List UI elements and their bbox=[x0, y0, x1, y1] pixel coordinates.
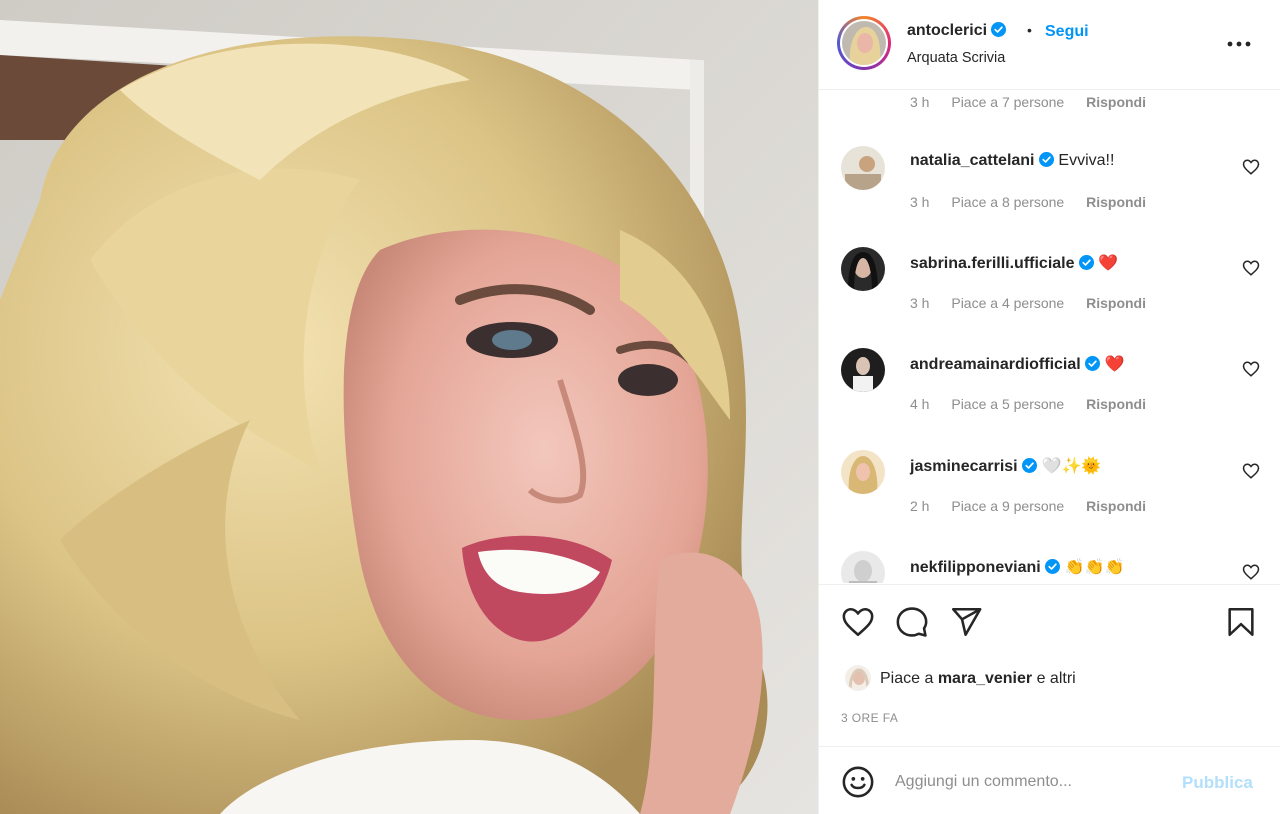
share-icon[interactable] bbox=[949, 605, 983, 639]
likes-text: Piace a mara_venier e altri bbox=[880, 670, 1076, 687]
comment-like-heart-icon[interactable] bbox=[1242, 158, 1260, 176]
heart-icon[interactable] bbox=[841, 605, 875, 639]
verified-badge-icon bbox=[1085, 356, 1101, 371]
publish-button[interactable]: Pubblica bbox=[1182, 773, 1253, 793]
comment-text: nekfilipponeviani 👏👏👏 bbox=[910, 557, 1124, 577]
post-photo[interactable] bbox=[0, 0, 818, 814]
comment-meta: 3 h Piace a 7 persone Rispondi bbox=[910, 94, 1164, 110]
reply-button[interactable]: Rispondi bbox=[1086, 295, 1146, 311]
comment-likes[interactable]: Piace a 5 persone bbox=[951, 396, 1064, 412]
comment-body: Evviva!! bbox=[1058, 152, 1115, 169]
comment-meta: 2 h Piace a 9 persone Rispondi bbox=[910, 498, 1164, 514]
post-timestamp[interactable]: 3 ORE FA bbox=[841, 711, 898, 725]
more-options-icon[interactable] bbox=[1224, 32, 1254, 56]
comment-emoji: 👏👏👏 bbox=[1064, 559, 1125, 576]
verified-badge-icon bbox=[991, 22, 1007, 37]
comment-time: 3 h bbox=[910, 194, 930, 210]
comment-like-heart-icon[interactable] bbox=[1242, 360, 1260, 378]
comment-icon[interactable] bbox=[895, 605, 929, 639]
separator-dot: • bbox=[1027, 22, 1032, 38]
comment-input[interactable] bbox=[895, 769, 1175, 795]
post-location[interactable]: Arquata Scrivia bbox=[907, 50, 1005, 66]
comment-item: jasminecarrisi 🤍✨🌞 2 h Piace a 9 persone… bbox=[819, 450, 1280, 550]
post-side-panel: antoclerici • Segui Arquata Scrivia 3 h … bbox=[818, 0, 1280, 814]
emoji-icon[interactable] bbox=[841, 765, 875, 799]
commenter-avatar[interactable] bbox=[841, 247, 885, 291]
comment-item: andreamainardiofficial ❤️ 4 h Piace a 5 … bbox=[819, 348, 1280, 448]
comment-time: 2 h bbox=[910, 498, 930, 514]
comment-text: natalia_cattelani Evviva!! bbox=[910, 152, 1114, 170]
reply-button[interactable]: Rispondi bbox=[1086, 498, 1146, 514]
verified-badge-icon bbox=[1038, 152, 1054, 167]
profile-avatar[interactable] bbox=[837, 16, 891, 70]
comment-username[interactable]: nekfilipponeviani bbox=[910, 559, 1041, 576]
commenter-avatar[interactable] bbox=[841, 551, 885, 583]
reply-button[interactable]: Rispondi bbox=[1086, 94, 1146, 110]
verified-badge-icon bbox=[1022, 458, 1038, 473]
comment-item: natalia_cattelani Evviva!! 3 h Piace a 8… bbox=[819, 146, 1280, 246]
commenter-avatar[interactable] bbox=[841, 450, 885, 494]
comment-username[interactable]: andreamainardiofficial bbox=[910, 356, 1081, 373]
post-username[interactable]: antoclerici bbox=[907, 22, 1007, 40]
post-actions: Piace a mara_venier e altri 3 ORE FA bbox=[819, 584, 1280, 746]
comment-likes[interactable]: Piace a 8 persone bbox=[951, 194, 1064, 210]
comment-time: 4 h bbox=[910, 396, 930, 412]
comment-like-heart-icon[interactable] bbox=[1242, 462, 1260, 480]
follow-button[interactable]: Segui bbox=[1045, 23, 1089, 41]
commenter-avatar[interactable] bbox=[841, 348, 885, 392]
comment-meta: 4 h Piace a 5 persone Rispondi bbox=[910, 396, 1164, 412]
comment-item: nekfilipponeviani 👏👏👏 bbox=[819, 551, 1280, 583]
comment-time: 3 h bbox=[910, 94, 930, 110]
comment-emoji: ❤️ bbox=[1098, 255, 1119, 272]
comment-text: andreamainardiofficial ❤️ bbox=[910, 354, 1125, 374]
comment-text: jasminecarrisi 🤍✨🌞 bbox=[910, 456, 1101, 476]
comment-username[interactable]: sabrina.ferilli.ufficiale bbox=[910, 255, 1075, 272]
liker-avatar[interactable] bbox=[845, 665, 871, 691]
reply-button[interactable]: Rispondi bbox=[1086, 396, 1146, 412]
comment-item: sabrina.ferilli.ufficiale ❤️ 3 h Piace a… bbox=[819, 247, 1280, 347]
comment-emoji: 🤍✨🌞 bbox=[1041, 458, 1102, 475]
liker-username[interactable]: mara_venier bbox=[938, 670, 1032, 687]
comment-username[interactable]: natalia_cattelani bbox=[910, 152, 1035, 169]
commenter-avatar[interactable] bbox=[841, 146, 885, 190]
comment-time: 3 h bbox=[910, 295, 930, 311]
add-comment-bar: Pubblica bbox=[819, 746, 1280, 814]
comments-list[interactable]: 3 h Piace a 7 persone Rispondi natalia_c… bbox=[819, 91, 1280, 583]
comment-likes[interactable]: Piace a 7 persone bbox=[951, 94, 1064, 110]
bookmark-icon[interactable] bbox=[1224, 605, 1258, 639]
comment-meta: 3 h Piace a 4 persone Rispondi bbox=[910, 295, 1164, 311]
verified-badge-icon bbox=[1045, 559, 1061, 574]
comment-username[interactable]: jasminecarrisi bbox=[910, 458, 1018, 475]
comment-meta: 3 h Piace a 8 persone Rispondi bbox=[910, 194, 1164, 210]
comment-emoji: ❤️ bbox=[1104, 356, 1125, 373]
comment-like-heart-icon[interactable] bbox=[1242, 563, 1260, 581]
reply-button[interactable]: Rispondi bbox=[1086, 194, 1146, 210]
post-header: antoclerici • Segui Arquata Scrivia bbox=[819, 0, 1280, 90]
verified-badge-icon bbox=[1078, 255, 1094, 270]
comment-like-heart-icon[interactable] bbox=[1242, 259, 1260, 277]
comment-text: sabrina.ferilli.ufficiale ❤️ bbox=[910, 253, 1118, 273]
comment-likes[interactable]: Piace a 4 persone bbox=[951, 295, 1064, 311]
comment-likes[interactable]: Piace a 9 persone bbox=[951, 498, 1064, 514]
